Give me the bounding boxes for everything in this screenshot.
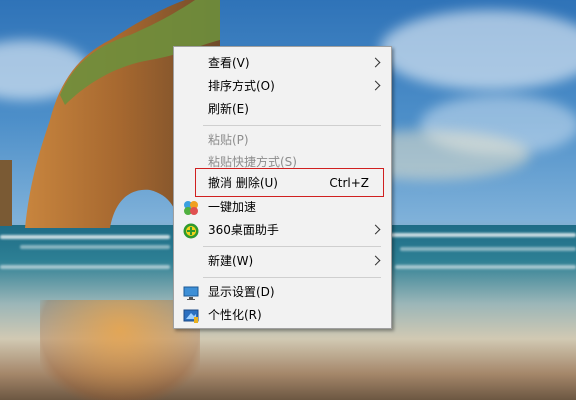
context-menu: 查看(V) 排序方式(O) 刷新(E) 粘贴(P) 粘贴快捷方式(S) 撤消 删… [173, 46, 392, 329]
wave [400, 247, 576, 251]
wave [0, 235, 170, 239]
menu-item-label: 粘贴(P) [208, 133, 249, 147]
menu-item-display-settings[interactable]: 显示设置(D) [174, 281, 391, 304]
menu-item-speedup[interactable]: 一键加速 [174, 196, 391, 219]
chevron-right-icon [370, 224, 381, 235]
menu-item-paste[interactable]: 粘贴(P) [174, 129, 391, 152]
menu-item-sort-by[interactable]: 排序方式(O) [174, 75, 391, 98]
wave [0, 265, 170, 269]
menu-item-personalize[interactable]: 个性化(R) [174, 304, 391, 327]
menu-separator [203, 277, 381, 278]
chevron-right-icon [370, 255, 381, 266]
menu-item-refresh[interactable]: 刷新(E) [174, 98, 391, 121]
360-assistant-icon [183, 223, 199, 239]
menu-item-undo-delete[interactable]: 撤消 删除(U) Ctrl+Z [174, 172, 391, 195]
menu-item-label: 查看(V) [208, 56, 250, 70]
wave [395, 265, 576, 269]
menu-item-shortcut: Ctrl+Z [329, 176, 369, 190]
chevron-right-icon [370, 57, 381, 68]
menu-item-label: 一键加速 [208, 200, 257, 214]
menu-item-label: 360桌面助手 [208, 223, 279, 237]
menu-item-label: 撤消 删除(U) [208, 176, 278, 190]
cloud [380, 10, 576, 90]
menu-item-new[interactable]: 新建(W) [174, 250, 391, 273]
menu-item-label: 新建(W) [208, 254, 254, 268]
speedup-icon [184, 201, 198, 215]
personalize-icon [183, 309, 199, 323]
display-settings-icon [183, 286, 199, 300]
menu-item-view[interactable]: 查看(V) [174, 52, 391, 75]
menu-item-label: 个性化(R) [208, 308, 262, 322]
menu-item-360-assistant[interactable]: 360桌面助手 [174, 219, 391, 242]
wave [390, 233, 576, 237]
menu-item-label: 刷新(E) [208, 102, 249, 116]
menu-item-label: 显示设置(D) [208, 285, 275, 299]
wave [20, 245, 170, 249]
rock-left [0, 160, 12, 226]
menu-separator [203, 125, 381, 126]
menu-separator [203, 246, 381, 247]
chevron-right-icon [370, 80, 381, 91]
menu-item-label: 排序方式(O) [208, 79, 275, 93]
